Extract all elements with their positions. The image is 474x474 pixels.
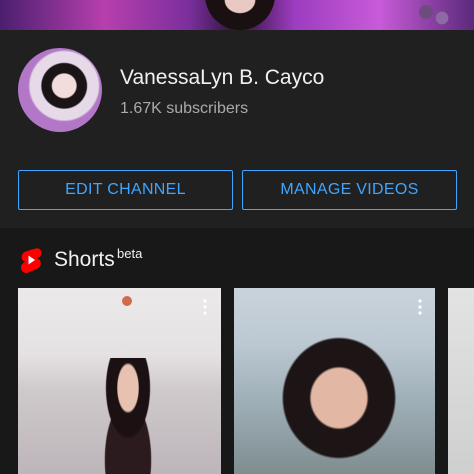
shorts-title: Shorts — [54, 248, 115, 271]
thumbnail-person — [88, 358, 168, 474]
edit-channel-button[interactable]: EDIT CHANNEL — [18, 170, 233, 210]
channel-banner — [0, 0, 474, 30]
short-thumbnail[interactable] — [448, 288, 474, 474]
more-vert-icon[interactable] — [417, 298, 423, 316]
manage-videos-button[interactable]: MANAGE VIDEOS — [242, 170, 457, 210]
more-vert-icon[interactable] — [202, 298, 208, 316]
shorts-beta-badge: beta — [117, 246, 143, 261]
short-thumbnail[interactable] — [18, 288, 221, 474]
shorts-logo-icon — [20, 247, 42, 273]
subscriber-count: 1.67K subscribers — [120, 100, 249, 117]
short-thumbnail[interactable] — [234, 288, 435, 474]
thumbnail-lamp — [122, 296, 132, 306]
banner-decoration — [414, 0, 454, 30]
channel-avatar[interactable] — [18, 48, 102, 132]
thumbnail-person — [264, 318, 414, 474]
channel-name: VanessaLyn B. Cayco — [120, 66, 325, 89]
banner-figure — [205, 0, 275, 30]
shorts-header: Shorts — [20, 246, 115, 274]
